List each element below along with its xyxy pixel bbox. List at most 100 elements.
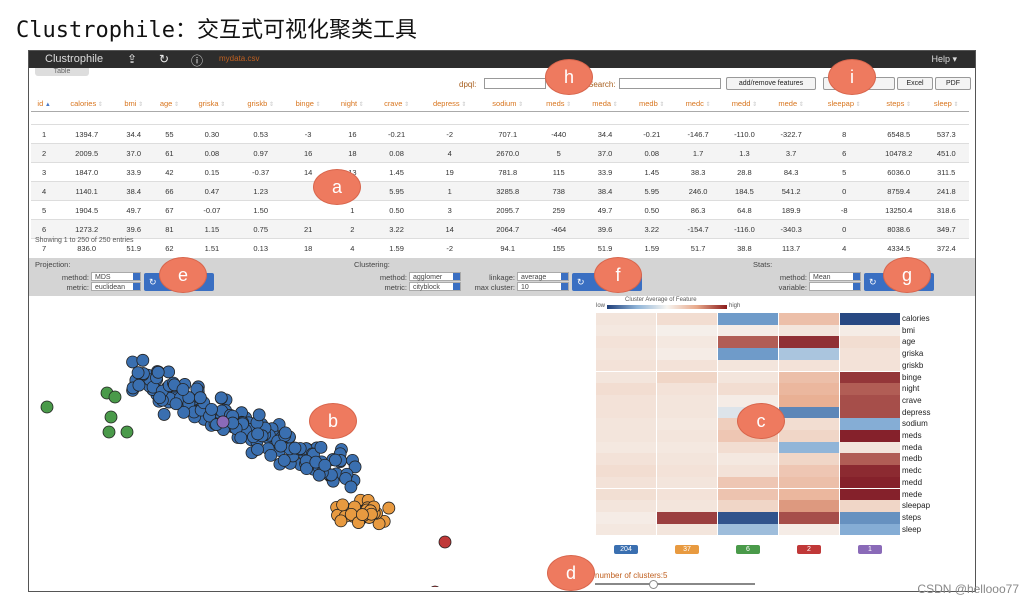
scatter-point[interactable] bbox=[344, 480, 358, 494]
heatmap-cell[interactable] bbox=[779, 500, 839, 512]
heatmap-cell[interactable] bbox=[840, 523, 900, 536]
scatter-point[interactable] bbox=[278, 426, 292, 440]
scatter-point[interactable] bbox=[193, 391, 207, 405]
column-header-8[interactable]: crave bbox=[373, 95, 420, 112]
column-header-2[interactable]: bmi bbox=[116, 95, 152, 112]
heatmap-cell[interactable] bbox=[657, 500, 717, 512]
table-row[interactable]: 6 1273.2 39.6 81 1.15 0.75 21 2 3.22 14 2064.7 -464… bbox=[31, 219, 969, 239]
add-remove-features-button[interactable]: add/remove features bbox=[726, 77, 816, 90]
heatmap-cell[interactable] bbox=[657, 313, 717, 325]
column-header-11[interactable]: meds bbox=[535, 95, 582, 112]
heatmap-cell[interactable] bbox=[779, 476, 839, 489]
clustering-method-select[interactable]: agglomer bbox=[409, 272, 461, 281]
heatmap-cell[interactable] bbox=[596, 441, 656, 454]
heatmap-cell[interactable] bbox=[657, 418, 717, 430]
table-row[interactable]: 2 2009.5 37.0 61 0.08 0.97 16 18 0.08 4 2670.0 5 37.… bbox=[31, 143, 969, 163]
table-row[interactable]: 5 1904.5 49.7 67 -0.07 1.50 1 0.50 3 2095.7 259 49.… bbox=[31, 200, 969, 220]
cluster-size-badge[interactable]: 6 bbox=[736, 545, 760, 554]
column-header-14[interactable]: medc bbox=[675, 95, 722, 112]
heatmap-cell[interactable] bbox=[779, 383, 839, 395]
heatmap-cell[interactable] bbox=[596, 430, 656, 442]
heatmap-cell[interactable] bbox=[840, 313, 900, 325]
heatmap-cell[interactable] bbox=[718, 488, 778, 501]
heatmap-cell[interactable] bbox=[779, 453, 839, 466]
help-menu[interactable]: Help ▾ bbox=[931, 54, 957, 65]
scatter-point[interactable] bbox=[274, 439, 288, 453]
heatmap-cell[interactable] bbox=[840, 488, 900, 501]
heatmap-cell[interactable] bbox=[718, 324, 778, 337]
heatmap-cell[interactable] bbox=[596, 523, 656, 536]
heatmap-cell[interactable] bbox=[779, 418, 839, 430]
column-header-10[interactable]: sodium bbox=[479, 95, 536, 112]
column-header-18[interactable]: steps bbox=[873, 95, 924, 112]
heatmap-cell[interactable] bbox=[840, 383, 900, 395]
refresh-icon[interactable]: ↻ bbox=[159, 52, 169, 66]
scatter-point[interactable] bbox=[151, 365, 165, 379]
stats-variable-select[interactable] bbox=[809, 282, 861, 291]
search-input[interactable] bbox=[619, 78, 721, 89]
heatmap-cell[interactable] bbox=[840, 336, 900, 349]
column-header-6[interactable]: binge bbox=[285, 95, 332, 112]
heatmap-cell[interactable] bbox=[840, 371, 900, 384]
heatmap-cell[interactable] bbox=[779, 336, 839, 349]
scatter-point[interactable] bbox=[264, 448, 278, 462]
heatmap-cell[interactable] bbox=[596, 359, 656, 372]
heatmap-cell[interactable] bbox=[779, 511, 839, 524]
scatter-point[interactable] bbox=[288, 441, 302, 455]
file-name[interactable]: mydata.csv bbox=[219, 54, 259, 63]
scatter-point[interactable] bbox=[132, 378, 146, 392]
heatmap-cell[interactable] bbox=[840, 406, 900, 419]
column-header-19[interactable]: sleep bbox=[923, 95, 969, 112]
heatmap-cell[interactable] bbox=[840, 430, 900, 442]
clustering-metric-select[interactable]: cityblock bbox=[409, 282, 461, 291]
heatmap-cell[interactable] bbox=[718, 348, 778, 360]
heatmap-cell[interactable] bbox=[840, 324, 900, 337]
slider-knob[interactable] bbox=[648, 580, 658, 589]
table-tab[interactable]: Table bbox=[35, 68, 89, 76]
projection-method-select[interactable]: MDS bbox=[91, 272, 141, 281]
heatmap-cell[interactable] bbox=[718, 465, 778, 477]
heatmap-cell[interactable] bbox=[657, 430, 717, 442]
heatmap-cell[interactable] bbox=[596, 394, 656, 407]
heatmap-cell[interactable] bbox=[657, 336, 717, 349]
heatmap-cell[interactable] bbox=[840, 453, 900, 466]
heatmap-cell[interactable] bbox=[718, 523, 778, 536]
heatmap-cell[interactable] bbox=[840, 476, 900, 489]
heatmap-cell[interactable] bbox=[840, 359, 900, 372]
heatmap-cell[interactable] bbox=[779, 313, 839, 325]
info-icon[interactable]: ⓘ bbox=[191, 52, 203, 69]
heatmap-cell[interactable] bbox=[657, 523, 717, 536]
heatmap-cell[interactable] bbox=[596, 383, 656, 395]
heatmap-cell[interactable] bbox=[657, 453, 717, 466]
scatter-point[interactable] bbox=[314, 440, 328, 454]
heatmap-cell[interactable] bbox=[657, 441, 717, 454]
heatmap-cell[interactable] bbox=[657, 476, 717, 489]
column-header-16[interactable]: mede bbox=[767, 95, 815, 112]
dpql-input[interactable] bbox=[484, 78, 546, 89]
heatmap-cell[interactable] bbox=[779, 488, 839, 501]
scatter-point[interactable] bbox=[108, 390, 122, 404]
heatmap-cell[interactable] bbox=[596, 313, 656, 325]
heatmap-cell[interactable] bbox=[657, 383, 717, 395]
cluster-size-badge[interactable]: 204 bbox=[614, 545, 638, 554]
scatter-point[interactable] bbox=[104, 410, 118, 424]
scatter-point[interactable] bbox=[251, 427, 265, 441]
heatmap-cell[interactable] bbox=[596, 465, 656, 477]
column-header-4[interactable]: griska bbox=[187, 95, 237, 112]
scatter-point[interactable] bbox=[169, 397, 183, 411]
scatter-point[interactable] bbox=[251, 443, 264, 456]
scatter-point[interactable] bbox=[120, 425, 134, 439]
heatmap-cell[interactable] bbox=[779, 465, 839, 477]
heatmap-cell[interactable] bbox=[779, 371, 839, 384]
heatmap-cell[interactable] bbox=[596, 336, 656, 349]
heatmap-cell[interactable] bbox=[840, 394, 900, 407]
heatmap-cell[interactable] bbox=[779, 359, 839, 372]
cluster-size-badge[interactable]: 2 bbox=[797, 545, 821, 554]
heatmap-cell[interactable] bbox=[779, 348, 839, 360]
upload-icon[interactable]: ⇪ bbox=[127, 52, 137, 66]
scatter-point[interactable] bbox=[214, 391, 228, 405]
heatmap-cell[interactable] bbox=[657, 324, 717, 337]
scatter-point[interactable] bbox=[216, 415, 230, 429]
table-row[interactable]: 3 1847.0 33.9 42 0.15 -0.37 14 13 1.45 19 781.8 115… bbox=[31, 162, 969, 182]
heatmap-cell[interactable] bbox=[596, 488, 656, 501]
